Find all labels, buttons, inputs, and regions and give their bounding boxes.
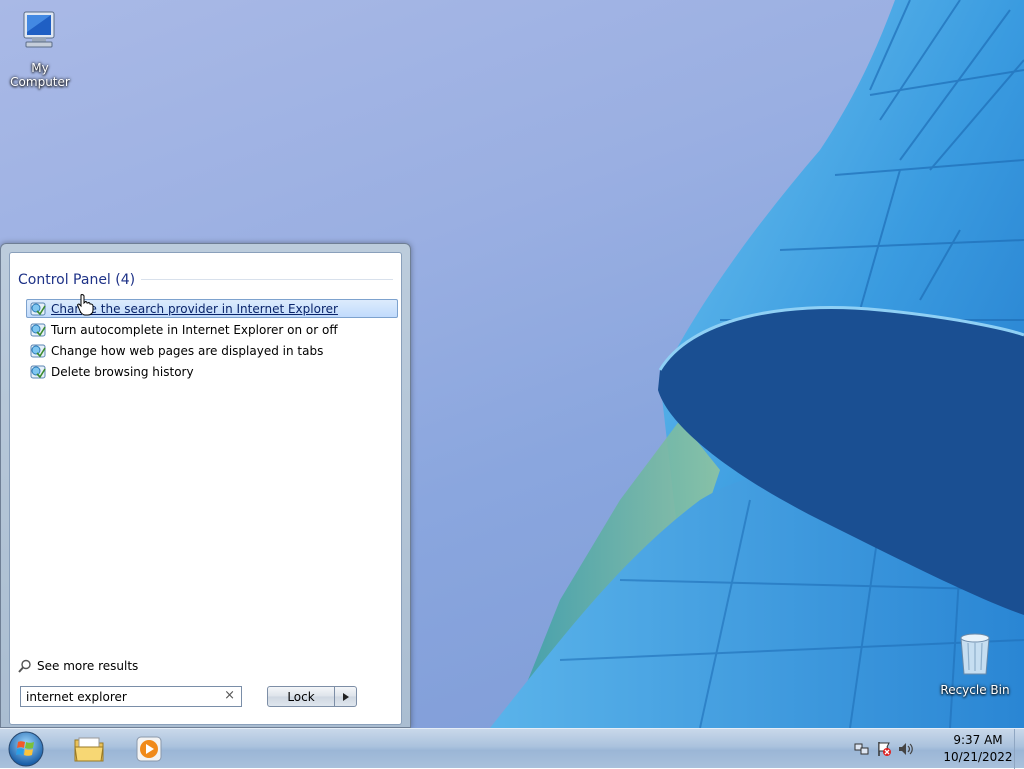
result-item-tabs-display[interactable]: Change how web pages are displayed in ta… [26, 341, 398, 360]
network-icon[interactable] [854, 741, 870, 757]
result-item-delete-history[interactable]: Delete browsing history [26, 362, 398, 381]
start-button[interactable] [7, 730, 45, 768]
taskbar-windows-explorer[interactable] [60, 732, 118, 766]
taskbar-media-player[interactable] [120, 732, 178, 766]
media-player-icon [136, 736, 162, 762]
control-panel-icon [30, 344, 46, 357]
result-label: Change how web pages are displayed in ta… [51, 343, 324, 358]
start-search-box[interactable]: × [20, 686, 242, 707]
search-icon [18, 659, 31, 673]
search-input[interactable] [21, 688, 216, 705]
control-panel-icon [30, 302, 46, 315]
action-center-flag-icon[interactable] [876, 741, 892, 757]
desktop-icon-label: Recycle Bin [940, 683, 1010, 697]
search-results-pane: Control Panel (4) Change the search prov… [9, 252, 402, 725]
desktop[interactable]: My Computer Recycle Bin Control Panel (4… [0, 0, 1024, 728]
clock-date: 10/21/2022 [943, 750, 1013, 764]
result-group-title: Control Panel (4) [18, 272, 142, 288]
result-label: Turn autocomplete in Internet Explorer o… [51, 322, 338, 337]
volume-icon[interactable] [898, 741, 914, 757]
result-label: Change the search provider in Internet E… [51, 301, 338, 316]
lock-button[interactable]: Lock [267, 686, 335, 707]
recycle-bin-icon [960, 633, 990, 675]
taskbar-clock[interactable]: 9:37 AM 10/21/2022 [938, 732, 1018, 766]
clear-search-button[interactable]: × [224, 688, 235, 703]
see-more-label: See more results [37, 659, 139, 673]
result-group-header[interactable]: Control Panel (4) [18, 269, 393, 289]
clock-time: 9:37 AM [953, 733, 1003, 747]
show-desktop-button[interactable] [1014, 729, 1024, 769]
desktop-icon-label: My Computer [10, 61, 70, 89]
see-more-results-link[interactable]: See more results [18, 659, 138, 673]
computer-icon [23, 11, 55, 48]
result-label: Delete browsing history [51, 364, 194, 379]
control-panel-icon [30, 365, 46, 378]
folder-icon [74, 737, 104, 762]
result-item-autocomplete[interactable]: Turn autocomplete in Internet Explorer o… [26, 320, 398, 339]
arrow-right-icon [342, 692, 349, 701]
notification-area: 9:37 AM 10/21/2022 [854, 729, 1024, 769]
desktop-icon-recycle-bin[interactable]: Recycle Bin [935, 630, 1015, 697]
hand-cursor-icon [77, 294, 94, 316]
power-options-button[interactable] [335, 686, 357, 707]
control-panel-icon [30, 323, 46, 336]
start-menu: Control Panel (4) Change the search prov… [0, 243, 411, 728]
power-button-group: Lock [267, 686, 357, 707]
taskbar: 9:37 AM 10/21/2022 [0, 728, 1024, 769]
desktop-icon-my-computer[interactable]: My Computer [0, 8, 80, 89]
